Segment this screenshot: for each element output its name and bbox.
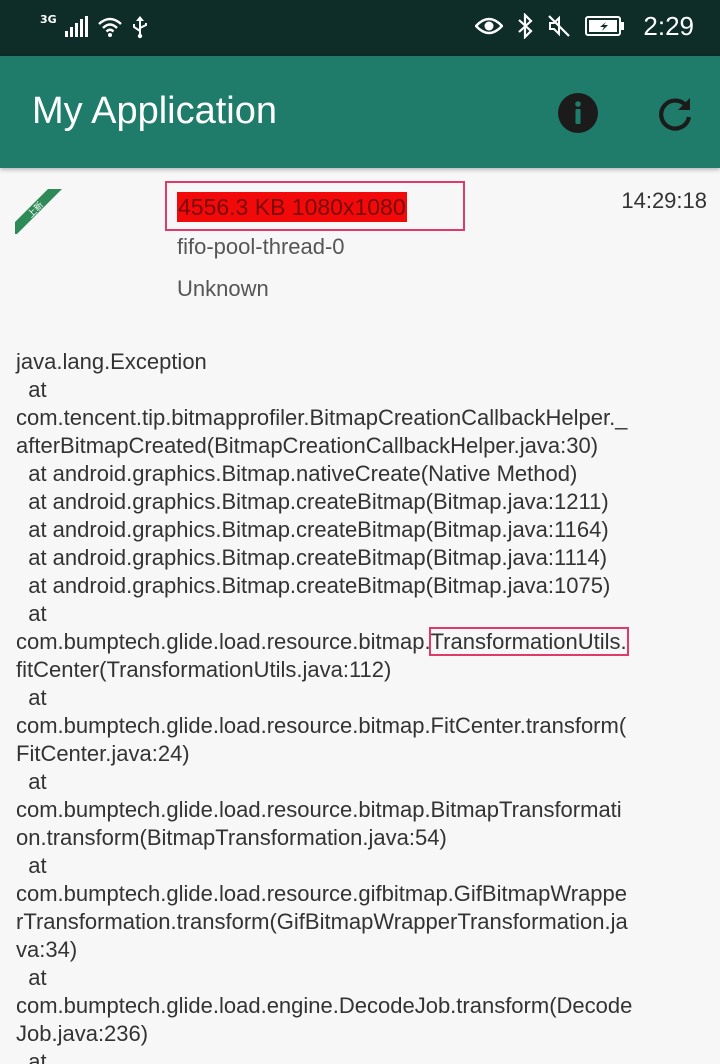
stack-line: java.lang.Exception [16, 349, 207, 374]
info-icon[interactable] [556, 91, 600, 135]
stack-line-prefix: com.bumptech.glide.load.resource.bitmap. [16, 629, 431, 654]
stack-line: va:34) [16, 937, 78, 962]
stack-line: at android.graphics.Bitmap.nativeCreate(… [16, 461, 578, 486]
usb-icon [132, 16, 147, 39]
refresh-icon[interactable] [654, 93, 696, 135]
app-title: My Application [32, 90, 278, 132]
transformation-utils-highlight: TransformationUtils. [428, 627, 629, 656]
stack-trace: java.lang.Exception at com.tencent.tip.b… [16, 348, 706, 1064]
stack-line: at android.graphics.Bitmap.createBitmap(… [16, 517, 609, 542]
stack-line: com.bumptech.glide.load.engine.DecodeJob… [16, 993, 633, 1018]
battery-icon [585, 16, 625, 36]
record-time: 14:29:18 [621, 188, 707, 213]
stack-line: rTransformation.transform(GifBitmapWrapp… [16, 909, 628, 934]
status-time: 2:29 [643, 10, 694, 41]
stack-line: at [16, 601, 47, 626]
network-type: 3G [40, 13, 57, 26]
stack-line: at [16, 853, 47, 878]
stack-line: FitCenter.java:24) [16, 741, 190, 766]
status-bar: 3G 2:29 [0, 0, 720, 56]
wifi-icon [97, 17, 122, 37]
stack-line: at [16, 377, 47, 402]
stack-line: at [16, 769, 47, 794]
stack-line: com.bumptech.glide.load.resource.bitmap.… [16, 797, 622, 822]
stack-line-highlighted: com.bumptech.glide.load.resource.bitmap.… [16, 627, 706, 656]
stack-line: afterBitmapCreated(BitmapCreationCallbac… [16, 433, 599, 458]
mute-icon [548, 15, 571, 37]
stack-line: at android.graphics.Bitmap.createBitmap(… [16, 545, 608, 570]
stack-line: com.bumptech.glide.load.resource.bitmap.… [16, 713, 627, 738]
size-highlight-box: 4556.3 KB 1080x1080 [165, 181, 465, 231]
stack-line: Job.java:236) [16, 1021, 149, 1046]
eye-icon [475, 17, 504, 35]
new-badge: 上新 [15, 189, 62, 234]
stack-line: fitCenter(TransformationUtils.java:112) [16, 657, 392, 682]
record-detail: 上新 4556.3 KB 1080x1080 14:29:18 fifo-poo… [0, 168, 720, 1064]
app-bar: My Application [0, 56, 720, 168]
stack-line: at android.graphics.Bitmap.createBitmap(… [16, 573, 611, 598]
signal-icon [64, 16, 88, 37]
bitmap-size: 4556.3 KB 1080x1080 [177, 192, 407, 222]
stack-line: at android.graphics.Bitmap.createBitmap(… [16, 489, 609, 514]
stack-line: com.tencent.tip.bitmapprofiler.BitmapCre… [16, 405, 628, 430]
source-label: Unknown [177, 276, 269, 301]
stack-line: at [16, 685, 47, 710]
status-left: 3G [40, 12, 149, 42]
thread-name: fifo-pool-thread-0 [177, 234, 345, 259]
stack-line: on.transform(BitmapTransformation.java:5… [16, 825, 447, 850]
stack-line: at [16, 965, 47, 990]
bluetooth-icon [518, 13, 533, 39]
stack-line: at [16, 1049, 47, 1064]
status-right: 2:29 [475, 10, 694, 42]
stack-line: com.bumptech.glide.load.resource.gifbitm… [16, 881, 628, 906]
